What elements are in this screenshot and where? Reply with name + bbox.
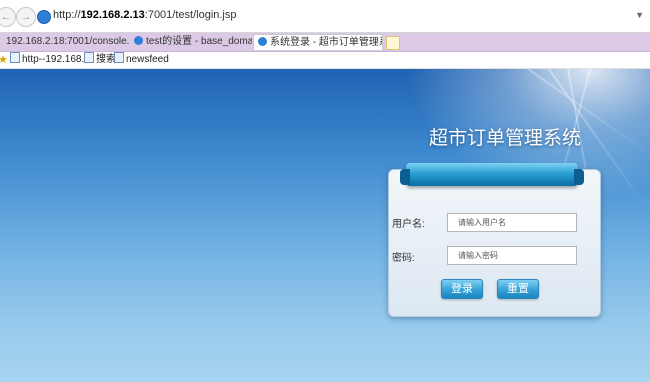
tab-test-settings-label: test的设置 - base_domain - ... [146,36,252,47]
password-label: 密码: [392,253,415,264]
username-input[interactable] [447,213,577,232]
tab-test-settings[interactable]: test的设置 - base_domain - ... [130,34,252,50]
favorites-star-icon[interactable]: ★ [0,52,8,68]
login-panel [388,169,601,317]
favorite-link-newsfeed[interactable]: newsfeed [114,52,169,68]
login-button[interactable]: 登录 [441,279,483,299]
url-path: :7001/test/login.jsp [144,9,237,21]
page-icon [114,52,124,63]
favorite-link-search[interactable]: 搜索 [84,52,116,68]
url-host: 192.168.2.13 [80,9,145,21]
favorite-link-search-label: 搜索 [96,54,116,65]
ie-page-icon [258,37,267,46]
url-prefix: http:// [53,9,81,21]
favorite-link-http-label: http--192.168.2 [22,54,90,65]
page-icon [10,52,20,63]
address-dropdown-icon[interactable]: ▼ [635,10,644,20]
system-title: 超市订单管理系统 [428,127,581,149]
favorite-link-newsfeed-label: newsfeed [126,54,169,65]
page-icon [84,52,94,63]
panel-ribbon [400,163,584,186]
username-label: 用户名: [392,219,425,230]
favorite-link-http[interactable]: http--192.168.2 [10,52,90,68]
forward-arrow-icon[interactable]: → [16,7,36,27]
ie-logo-icon [37,10,51,24]
page-viewport: 超市订单管理系统 用户名: 密码: 登录 重置 [0,69,650,382]
ie-page-icon [134,36,143,45]
new-tab-button[interactable] [386,36,400,50]
tab-bar: 192.168.2.18:7001/console... test的设置 - b… [0,33,650,52]
tab-system-login[interactable]: 系统登录 - 超市订单管理系统× [253,34,383,50]
tab-console[interactable]: 192.168.2.18:7001/console... [2,34,129,50]
tab-system-login-label: 系统登录 - 超市订单管理系统 [270,37,382,48]
reset-button[interactable]: 重置 [497,279,539,299]
address-bar: ← → http://192.168.2.13:7001/test/login.… [0,0,650,33]
tab-console-label: 192.168.2.18:7001/console... [6,36,129,47]
back-arrow-icon[interactable]: ← [0,7,16,27]
url-field[interactable]: http://192.168.2.13:7001/test/login.jsp [53,9,237,21]
password-input[interactable] [447,246,577,265]
favorites-bar: ★ http--192.168.2 搜索 newsfeed [0,52,650,69]
